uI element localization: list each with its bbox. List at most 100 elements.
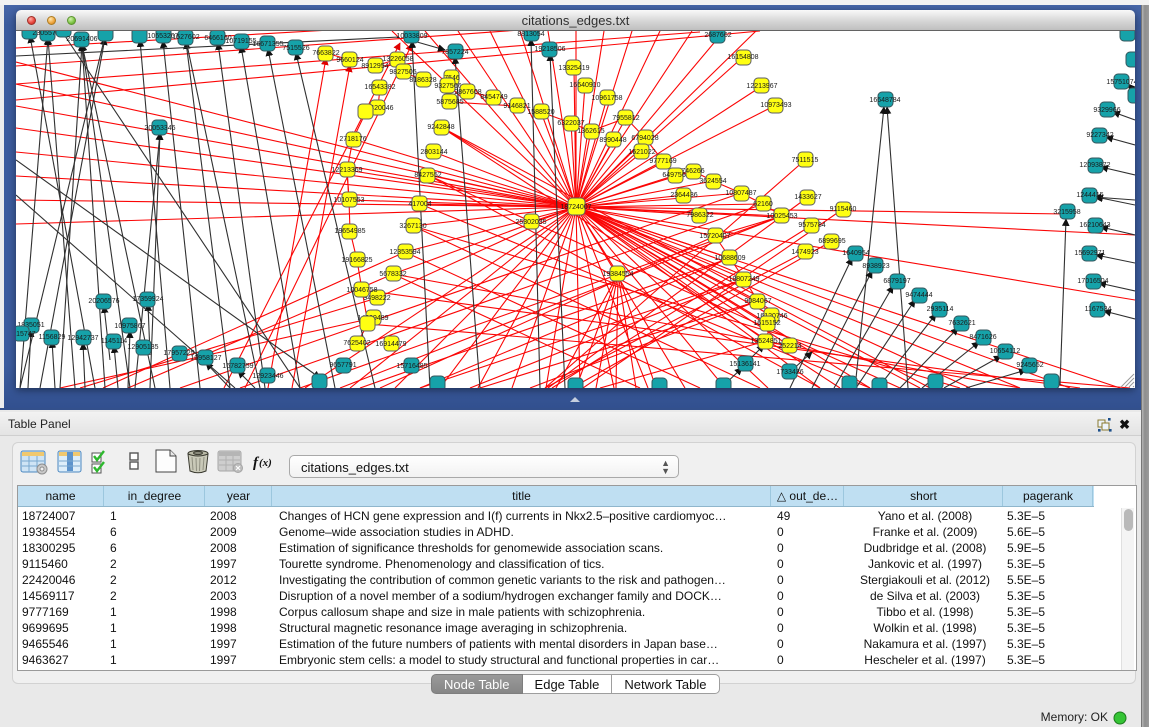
svg-text:1474923: 1474923 xyxy=(791,249,818,256)
svg-text:10046758: 10046758 xyxy=(346,287,377,294)
svg-text:7955812: 7955812 xyxy=(612,115,639,122)
svg-text:12942737: 12942737 xyxy=(67,335,98,342)
svg-text:1244415: 1244415 xyxy=(1076,192,1103,199)
svg-text:2803144: 2803144 xyxy=(420,149,447,156)
svg-text:8813054: 8813054 xyxy=(517,31,544,38)
svg-text:3267130: 3267130 xyxy=(399,223,426,230)
svg-text:9242848: 9242848 xyxy=(427,124,454,131)
svg-text:9777169: 9777169 xyxy=(649,158,676,165)
svg-text:9329966: 9329966 xyxy=(1093,107,1120,114)
svg-text:12353594: 12353594 xyxy=(389,249,420,256)
svg-text:10958127: 10958127 xyxy=(190,355,221,362)
svg-text:62160: 62160 xyxy=(753,201,773,208)
svg-text:1621022: 1621022 xyxy=(628,149,655,156)
svg-text:6794028: 6794028 xyxy=(631,135,658,142)
svg-text:1362615: 1362615 xyxy=(577,128,604,135)
svg-text:9084067: 9084067 xyxy=(744,298,771,305)
svg-text:16640910: 16640910 xyxy=(569,82,600,89)
svg-text:13226058: 13226058 xyxy=(382,56,413,63)
svg-text:9245652: 9245652 xyxy=(1016,362,1043,369)
svg-text:1433627: 1433627 xyxy=(794,194,821,201)
svg-text:5875685: 5875685 xyxy=(436,99,463,106)
svg-text:15136141: 15136141 xyxy=(729,361,760,368)
svg-text:2364436: 2364436 xyxy=(670,192,697,199)
svg-text:7857224: 7857224 xyxy=(441,49,468,56)
svg-text:10033809: 10033809 xyxy=(396,33,427,40)
svg-text:2718176: 2718176 xyxy=(339,136,366,143)
svg-text:17359924: 17359924 xyxy=(132,296,163,303)
svg-text:3624554: 3624554 xyxy=(699,178,726,185)
svg-text:16648784: 16648784 xyxy=(869,97,900,104)
svg-text:1733426: 1733426 xyxy=(776,369,803,376)
svg-text:19218506: 19218506 xyxy=(534,46,565,53)
svg-text:12905135: 12905135 xyxy=(127,344,158,351)
svg-text:18724007: 18724007 xyxy=(560,204,591,211)
svg-text:12923446: 12923446 xyxy=(252,373,283,380)
svg-text:7625402: 7625402 xyxy=(343,340,370,347)
svg-text:10807487: 10807487 xyxy=(725,190,756,197)
svg-text:6899695: 6899695 xyxy=(818,238,845,245)
svg-text:8427552: 8427552 xyxy=(414,172,441,179)
svg-text:25302035: 25302035 xyxy=(515,219,546,226)
svg-text:10973493: 10973493 xyxy=(760,102,791,109)
svg-text:6322037: 6322037 xyxy=(557,120,584,127)
svg-text:10107553: 10107553 xyxy=(333,197,364,204)
svg-text:10975867: 10975867 xyxy=(114,323,145,330)
svg-text:1588520: 1588520 xyxy=(527,109,554,116)
svg-text:9657791: 9657791 xyxy=(329,362,356,369)
svg-text:15692971: 15692971 xyxy=(1074,250,1105,257)
svg-text:3915747: 3915747 xyxy=(16,331,36,338)
svg-text:8186328: 8186328 xyxy=(409,77,436,84)
svg-text:8990448: 8990448 xyxy=(599,137,626,144)
svg-text:1640954: 1640954 xyxy=(842,250,869,257)
svg-text:16154808: 16154808 xyxy=(727,54,758,61)
svg-text:9474444: 9474444 xyxy=(905,292,932,299)
svg-text:10688609: 10688609 xyxy=(714,255,745,262)
svg-text:13524851: 13524851 xyxy=(750,338,781,345)
svg-text:7515526: 7515526 xyxy=(282,45,309,52)
svg-text:1615152: 1615152 xyxy=(753,320,780,327)
svg-text:417004: 417004 xyxy=(408,201,431,208)
svg-text:10025453: 10025453 xyxy=(766,213,797,220)
svg-text:7511515: 7511515 xyxy=(792,157,819,164)
svg-text:20206576: 20206576 xyxy=(88,298,119,305)
svg-text:16543382: 16543382 xyxy=(364,84,395,91)
svg-text:20691406: 20691406 xyxy=(66,36,97,43)
svg-text:9827505: 9827505 xyxy=(389,69,416,76)
svg-text:13325419: 13325419 xyxy=(558,65,589,72)
svg-text:18807249: 18807249 xyxy=(728,276,759,283)
svg-text:19384554: 19384554 xyxy=(602,271,633,278)
svg-text:9227342: 9227342 xyxy=(1086,132,1113,139)
svg-text:15751074: 15751074 xyxy=(1106,79,1135,86)
svg-text:3215958: 3215958 xyxy=(1053,209,1080,216)
svg-text:9660124: 9660124 xyxy=(336,57,363,64)
svg-text:20053346: 20053346 xyxy=(144,125,175,132)
svg-text:17016504: 17016504 xyxy=(1077,278,1108,285)
svg-text:2867608: 2867608 xyxy=(454,89,481,96)
svg-text:8471626: 8471626 xyxy=(969,334,996,341)
svg-text:16210643: 16210643 xyxy=(1079,222,1110,229)
svg-text:1167534: 1167534 xyxy=(1085,306,1112,313)
svg-text:(x): (x) xyxy=(259,457,272,469)
svg-text:9575784: 9575784 xyxy=(798,222,825,229)
svg-text:6879197: 6879197 xyxy=(883,278,910,285)
svg-text:2935114: 2935114 xyxy=(927,306,954,313)
svg-text:9115460: 9115460 xyxy=(830,206,857,213)
svg-text:10961758: 10961758 xyxy=(591,95,622,102)
svg-text:8454749: 8454749 xyxy=(480,94,507,101)
svg-text:1156829: 1156829 xyxy=(39,334,66,341)
svg-text:19654985: 19654985 xyxy=(334,228,365,235)
svg-text:16914479: 16914479 xyxy=(375,341,406,348)
svg-text:16671355: 16671355 xyxy=(252,41,283,48)
svg-text:5678332: 5678332 xyxy=(379,271,406,278)
svg-text:15716485: 15716485 xyxy=(396,363,427,370)
svg-text:8938923: 8938923 xyxy=(862,263,889,270)
svg-text:19166825: 19166825 xyxy=(341,257,372,264)
svg-text:7632621: 7632621 xyxy=(948,320,975,327)
svg-text:746266: 746266 xyxy=(681,168,704,175)
svg-text:7663822: 7663822 xyxy=(312,50,339,57)
svg-text:12093872: 12093872 xyxy=(1079,162,1110,169)
svg-text:2687662: 2687662 xyxy=(704,32,731,39)
svg-text:1527602: 1527602 xyxy=(172,34,199,41)
svg-text:16782759: 16782759 xyxy=(222,363,253,370)
